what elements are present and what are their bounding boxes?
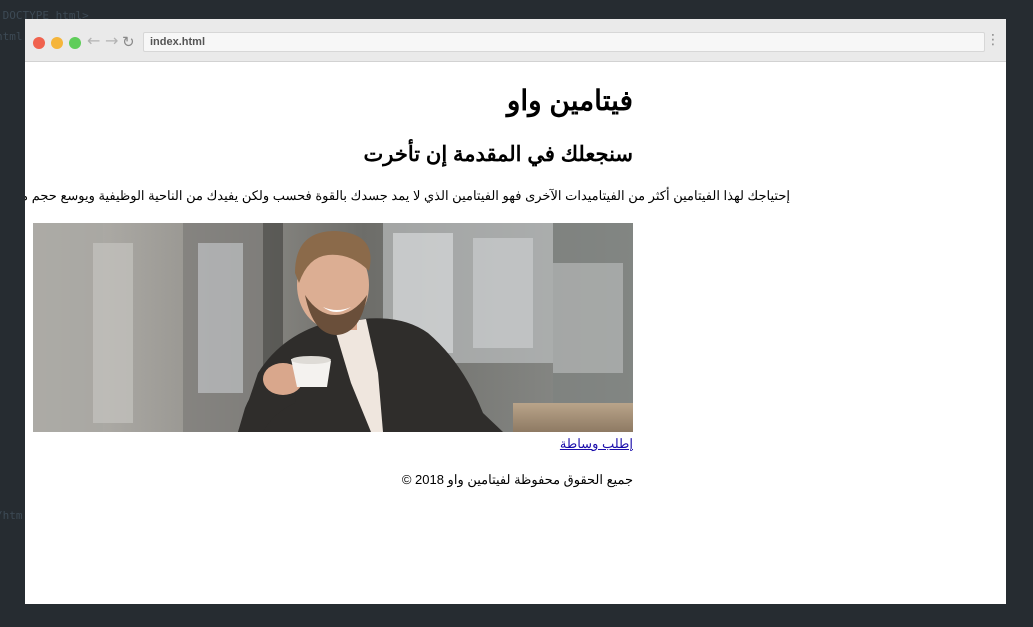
- page-title: فيتامين واو: [506, 85, 633, 116]
- hero-photo-illustration: [33, 223, 633, 432]
- editor-code-line: html: [0, 30, 23, 43]
- close-window-button[interactable]: [33, 37, 45, 49]
- editor-code-line: /htm: [0, 509, 23, 522]
- back-arrow-icon[interactable]: ←: [87, 32, 100, 50]
- copyright-text: جميع الحقوق محفوظة لفيتامين واو 2018 ©: [401, 472, 633, 487]
- request-mediation-link[interactable]: إطلب وساطة: [560, 436, 633, 452]
- lead-paragraph: إحتياجك لهذا الفيتامين أكثر من الفيتاميد…: [25, 188, 790, 203]
- hero-photo: [33, 223, 633, 432]
- page-subtitle: سنجعلك في المقدمة إن تأخرت: [363, 143, 633, 166]
- maximize-window-button[interactable]: [69, 37, 81, 49]
- browser-titlebar: ← → ↻ index.html ⋮: [25, 19, 1006, 62]
- kebab-menu-icon[interactable]: ⋮: [986, 33, 1000, 47]
- minimize-window-button[interactable]: [51, 37, 63, 49]
- reload-icon[interactable]: ↻: [122, 33, 135, 51]
- browser-window: ← → ↻ index.html ⋮ فيتامين واو سنجعلك في…: [25, 19, 1006, 604]
- forward-arrow-icon[interactable]: →: [105, 32, 118, 50]
- address-bar[interactable]: index.html: [143, 32, 985, 52]
